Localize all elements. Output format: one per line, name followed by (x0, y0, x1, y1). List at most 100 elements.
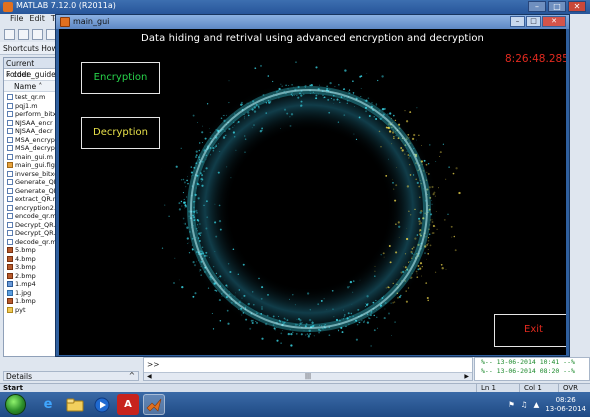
file-name: 1.bmp (15, 297, 36, 306)
file-name: 3.bmp (15, 263, 36, 272)
command-window[interactable]: >> ◀ ||| ▶ (143, 357, 473, 381)
matlab-window-controls: – □ ✕ (528, 1, 586, 12)
history-entry[interactable]: %-- 13-06-2014 10:41 --% (481, 358, 589, 367)
file-item[interactable]: MSA_encrypt (4, 136, 59, 145)
matlab-figure-icon (60, 17, 70, 27)
file-name: encode_qr.m (15, 212, 57, 221)
file-item[interactable]: NJSAA_encr (4, 119, 59, 128)
exit-button[interactable]: Exit (494, 314, 566, 347)
new-file-icon[interactable] (4, 28, 15, 40)
main-gui-window: main_gui – □ ✕ Data hiding and retrival … (55, 14, 570, 357)
tray-date: 13-06-2014 (545, 404, 586, 413)
close-icon[interactable]: ✕ (542, 16, 566, 27)
matlab-title: MATLAB 7.12.0 (R2011a) (16, 1, 116, 10)
horizontal-scrollbar[interactable]: ◀ ||| ▶ (144, 372, 472, 380)
matlab-start-button[interactable]: Start (3, 384, 23, 392)
file-item[interactable]: 1.bmp (4, 297, 59, 306)
m-file-icon (7, 153, 13, 160)
m-file-icon (7, 145, 13, 152)
file-item[interactable]: Decrypt_QR.m (4, 221, 59, 230)
tray-network-icon[interactable]: ▲ (534, 400, 540, 409)
file-item[interactable]: decode_qr.m (4, 238, 59, 247)
bmp-file-icon (7, 255, 13, 262)
scroll-right-icon[interactable]: ▶ (464, 373, 469, 380)
file-item[interactable]: pqj1.m (4, 102, 59, 111)
jpg-file-icon (7, 289, 13, 296)
file-item[interactable]: extract_QR.m (4, 195, 59, 204)
file-name: encryption2.m (15, 203, 59, 212)
matlab-icon (3, 2, 13, 12)
file-item[interactable]: test_qr.m (4, 93, 59, 102)
file-item[interactable]: inverse_bitxor (4, 170, 59, 179)
tray-volume-icon[interactable]: ♫ (521, 400, 528, 409)
cut-icon[interactable] (32, 28, 43, 40)
maximize-icon[interactable]: □ (548, 1, 566, 12)
gui-clock: 8:26:48.285 (505, 53, 566, 65)
details-label: Details (6, 372, 33, 381)
internet-explorer-icon[interactable]: e (37, 394, 59, 415)
file-name: Decrypt_QR.m (15, 220, 59, 229)
file-item[interactable]: Decrypt_QR.m (4, 229, 59, 238)
system-tray: ⚑ ♫ ▲ 08:26 13-06-2014 (508, 392, 586, 417)
file-item[interactable]: 1.mp4 (4, 280, 59, 289)
folder-icon (7, 306, 13, 313)
history-entry[interactable]: %-- 13-06-2014 08:20 --% (481, 367, 589, 376)
file-item[interactable]: 2.bmp (4, 272, 59, 281)
minimize-icon[interactable]: – (510, 16, 525, 27)
file-item[interactable]: 3.bmp (4, 263, 59, 272)
m-file-icon (7, 136, 13, 143)
file-name: decode_qr.m (15, 237, 57, 246)
file-name: Generate_QR (15, 186, 59, 195)
file-item[interactable]: 4.bmp (4, 255, 59, 264)
file-item[interactable]: NJSAA_decr (4, 127, 59, 136)
maximize-icon[interactable]: □ (526, 16, 541, 27)
scroll-left-icon[interactable]: ◀ (147, 373, 152, 380)
menu-file[interactable]: File (10, 14, 23, 26)
decryption-button[interactable]: Decryption (81, 117, 160, 149)
open-file-icon[interactable] (18, 28, 29, 40)
chevron-up-icon[interactable]: ^ (129, 371, 135, 380)
tray-clock[interactable]: 08:26 13-06-2014 (545, 396, 586, 414)
file-name: main_gui.m (15, 152, 53, 161)
scroll-thumb-icon[interactable]: ||| (305, 373, 311, 380)
file-name: NJSAA_encr (15, 118, 53, 127)
close-icon[interactable]: ✕ (568, 1, 586, 12)
m-file-icon (7, 238, 13, 245)
name-column-header[interactable]: Name ˄ (4, 81, 59, 92)
details-bar[interactable]: Details ^ (3, 371, 139, 381)
encryption-button[interactable]: Encryption (81, 62, 160, 94)
file-item[interactable]: Generate_QR (4, 178, 59, 187)
shortcuts-bar[interactable]: Shortcuts How (0, 42, 60, 55)
media-player-icon[interactable] (91, 394, 113, 415)
bmp-file-icon (7, 298, 13, 305)
menu-edit[interactable]: Edit (29, 14, 45, 26)
bmp-file-icon (7, 272, 13, 279)
file-item[interactable]: 1.jpg (4, 289, 59, 298)
m-file-icon (7, 204, 13, 211)
file-item[interactable]: Generate_QR (4, 187, 59, 196)
explorer-icon[interactable] (64, 394, 86, 415)
gui-titlebar[interactable]: main_gui – □ ✕ (56, 15, 569, 29)
file-item[interactable]: main_gui.m (4, 153, 59, 162)
file-name: pyt (15, 305, 26, 314)
minimize-icon[interactable]: – (528, 1, 546, 12)
current-folder-path[interactable]: « code_guide (4, 69, 59, 81)
file-item[interactable]: encode_qr.m (4, 212, 59, 221)
file-name: test_qr.m (15, 93, 46, 102)
windows-orb-icon[interactable] (5, 394, 26, 415)
gui-window-title: main_gui (73, 17, 110, 26)
file-item[interactable]: MSA_decrypt (4, 144, 59, 153)
tray-flag-icon[interactable]: ⚑ (508, 400, 515, 409)
command-history[interactable]: %-- 13-06-2014 10:41 --% %-- 13-06-2014 … (474, 357, 590, 381)
m-file-icon (7, 196, 13, 203)
file-item[interactable]: perform_bitxor (4, 110, 59, 119)
file-name: 1.mp4 (15, 280, 36, 289)
file-item[interactable]: 5.bmp (4, 246, 59, 255)
file-item[interactable]: main_gui.fig (4, 161, 59, 170)
fig-file-icon (7, 162, 13, 169)
matlab-icon[interactable] (143, 394, 165, 415)
acrobat-icon[interactable]: A (117, 394, 139, 415)
file-item[interactable]: encryption2.m (4, 204, 59, 213)
m-file-icon (7, 119, 13, 126)
file-item[interactable]: pyt (4, 306, 59, 315)
